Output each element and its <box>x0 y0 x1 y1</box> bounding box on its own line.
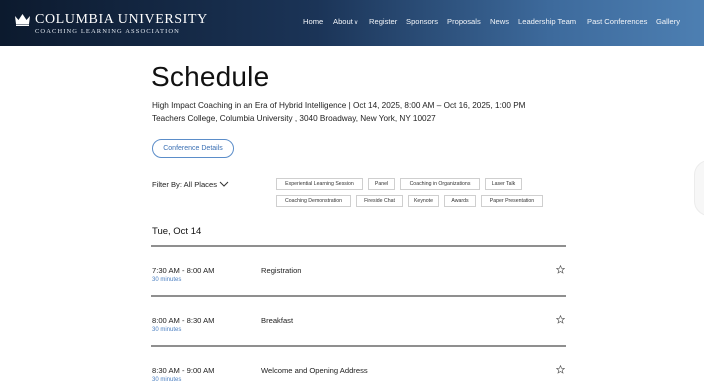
nav-news[interactable]: News <box>490 17 509 26</box>
star-icon[interactable] <box>556 265 565 274</box>
brand-subtitle: COACHING LEARNING ASSOCIATION <box>35 28 180 35</box>
session-title[interactable]: Welcome and Opening Address <box>261 366 368 375</box>
chevron-down-icon[interactable] <box>219 180 229 188</box>
nav-home[interactable]: Home <box>303 17 323 26</box>
nav-register[interactable]: Register <box>369 17 397 26</box>
nav-about[interactable]: About∨ <box>333 17 358 26</box>
session-duration: 30 minutes <box>152 277 182 283</box>
conference-details-button[interactable]: Conference Details <box>152 139 234 158</box>
session-time: 8:00 AM - 8:30 AM <box>152 316 215 325</box>
session-title[interactable]: Registration <box>261 266 302 275</box>
filter-tag-experiential-learning-session[interactable]: Experiential Learning Session <box>276 178 363 190</box>
session-duration: 30 minutes <box>152 377 182 383</box>
session-time: 7:30 AM - 8:00 AM <box>152 266 215 275</box>
main-nav: Home About∨ Register Sponsors Proposals … <box>0 17 704 29</box>
floating-side-tab[interactable] <box>694 160 704 216</box>
nav-sponsors[interactable]: Sponsors <box>406 17 438 26</box>
filter-tag-coaching-in-organizations[interactable]: Coaching in Organizations <box>400 178 480 190</box>
chevron-down-icon: ∨ <box>353 20 359 26</box>
divider <box>151 345 566 347</box>
event-summary: High Impact Coaching in an Era of Hybrid… <box>152 99 526 125</box>
filter-tag-paper-presentation[interactable]: Paper Presentation <box>481 195 543 207</box>
nav-proposals[interactable]: Proposals <box>447 17 481 26</box>
nav-leadership-team[interactable]: Leadership Team <box>518 17 576 26</box>
filter-tag-coaching-demonstration[interactable]: Coaching Demonstration <box>276 195 351 207</box>
filter-tag-panel[interactable]: Panel <box>368 178 395 190</box>
divider <box>151 245 566 247</box>
page-title: Schedule <box>151 61 270 92</box>
nav-gallery[interactable]: Gallery <box>656 17 680 26</box>
divider <box>151 295 566 297</box>
day-heading: Tue, Oct 14 <box>152 226 202 237</box>
event-location-line: Teachers College, Columbia University , … <box>152 114 436 123</box>
filter-dropdown-label[interactable]: Filter By: All Places <box>152 180 217 189</box>
star-icon[interactable] <box>556 365 565 374</box>
session-title[interactable]: Breakfast <box>261 316 293 325</box>
filter-tag-keynote[interactable]: Keynote <box>408 195 439 207</box>
site-header: COLUMBIA UNIVERSITY COACHING LEARNING AS… <box>0 0 704 46</box>
filter-tag-awards[interactable]: Awards <box>444 195 476 207</box>
session-duration: 30 minutes <box>152 327 182 333</box>
star-icon[interactable] <box>556 315 565 324</box>
filter-tag-fireside-chat[interactable]: Fireside Chat <box>356 195 403 207</box>
nav-about-label: About <box>333 17 353 26</box>
event-date-line: High Impact Coaching in an Era of Hybrid… <box>152 101 526 110</box>
nav-past-conferences[interactable]: Past Conferences <box>587 17 647 26</box>
session-time: 8:30 AM - 9:00 AM <box>152 366 215 375</box>
filter-tag-laser-talk[interactable]: Laser Talk <box>485 178 522 190</box>
